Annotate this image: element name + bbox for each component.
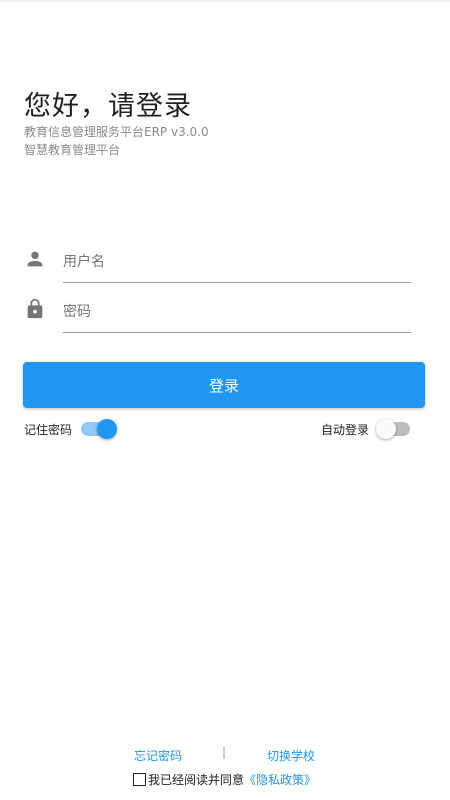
remember-password-toggle[interactable] xyxy=(81,419,117,439)
username-row xyxy=(24,242,414,292)
platform-version-subtitle: 教育信息管理服务平台ERP v3.0.0 xyxy=(24,125,209,139)
footer-separator: | xyxy=(222,745,227,759)
password-input[interactable] xyxy=(63,292,411,333)
forgot-password-link[interactable]: 忘记密码 xyxy=(134,747,182,764)
auto-login-toggle-thumb xyxy=(376,419,396,439)
platform-name-subtitle: 智慧教育管理平台 xyxy=(24,143,121,157)
person-icon xyxy=(24,248,46,270)
username-input[interactable] xyxy=(63,242,411,283)
privacy-agreement-row: 我已经阅读并同意 《隐私政策》 xyxy=(133,771,316,787)
switch-school-link[interactable]: 切换学校 xyxy=(267,747,315,764)
auto-login-label: 自动登录 xyxy=(321,423,370,437)
agree-text: 我已经阅读并同意 xyxy=(148,772,245,787)
agree-checkbox[interactable] xyxy=(133,772,146,786)
remember-password-toggle-thumb xyxy=(97,419,117,439)
password-row xyxy=(24,292,414,342)
privacy-policy-link[interactable]: 《隐私政策》 xyxy=(244,771,316,788)
login-button-label: 登录 xyxy=(208,376,239,395)
top-divider xyxy=(0,0,450,2)
remember-password-label: 记住密码 xyxy=(24,423,73,437)
login-button[interactable]: 登录 xyxy=(23,362,425,408)
auto-login-toggle[interactable] xyxy=(376,419,412,439)
page-title: 您好，请登录 xyxy=(24,91,192,122)
lock-icon xyxy=(24,298,46,320)
